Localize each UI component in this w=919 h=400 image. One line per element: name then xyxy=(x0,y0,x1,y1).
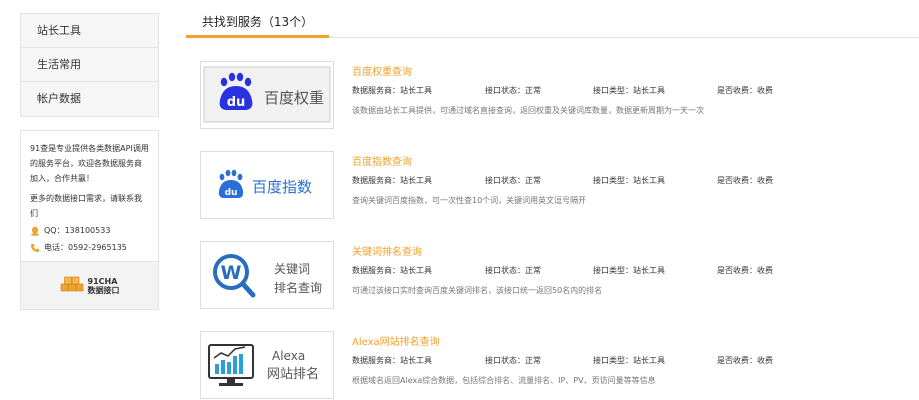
magnifier-w-icon: W 关键词 排名查询 xyxy=(213,254,322,298)
contact-phone-row: 电话： 0592-2965135 xyxy=(30,240,149,255)
tab-services-found[interactable]: 共找到服务（13个） xyxy=(186,0,329,38)
contact-panel: 91查是专业提供各类数据API调用的服务平台，欢迎各数据服务商加入，合作共赢！ … xyxy=(20,130,159,310)
sidebar: 站长工具 生活常用 帐户数据 91查是专业提供各类数据API调用的服务平台，欢迎… xyxy=(20,13,159,310)
service-logo-keyword-rank[interactable]: W 关键词 排名查询 xyxy=(200,241,334,309)
service-logo-alexa-rank[interactable]: Alexa 网站排名 xyxy=(200,331,334,399)
svg-text:W: W xyxy=(221,262,242,284)
svg-text:du: du xyxy=(225,188,238,198)
baidu-paw-icon: du 百度权重 xyxy=(203,66,331,123)
meta-fee: 是否收费：收费 xyxy=(717,86,773,95)
svg-text:Alexa: Alexa xyxy=(272,349,305,363)
brand-name: 91CHA xyxy=(87,276,118,286)
meta-fee: 是否收费：收费 xyxy=(717,266,773,275)
svg-text:百度权重: 百度权重 xyxy=(264,89,324,107)
service-card: du 百度指数 百度指数查询 数据服务商：站长工具 接口状态：正常 接口类型：站… xyxy=(200,151,900,221)
svg-text:关键词: 关键词 xyxy=(274,262,310,276)
sidebar-item-account-data[interactable]: 帐户数据 xyxy=(21,82,158,116)
meta-status: 接口状态：正常 xyxy=(485,266,541,275)
brand-subtitle: 数据接口 xyxy=(87,285,120,295)
svg-text:du: du xyxy=(227,95,246,110)
service-card: Alexa 网站排名 Alexa网站排名查询 数据服务商：站长工具 接口状态：正… xyxy=(200,331,900,400)
svg-text:百度指数: 百度指数 xyxy=(252,178,312,196)
baidu-paw-icon: du 百度指数 xyxy=(218,169,312,198)
meta-status: 接口状态：正常 xyxy=(485,176,541,185)
brand-91cha: 91CHA 数据接口 xyxy=(21,261,158,309)
meta-fee: 是否收费：收费 xyxy=(717,176,773,185)
sidebar-menu: 站长工具 生活常用 帐户数据 xyxy=(20,13,159,117)
meta-type: 接口类型：站长工具 xyxy=(593,356,665,365)
service-description: 可通过该接口实时查询百度关键词排名，该接口统一返回50名内的排名 xyxy=(352,286,603,295)
service-title[interactable]: 百度指数查询 xyxy=(352,153,412,168)
contact-more: 更多的数据接口需求，请联系我们 xyxy=(30,194,142,218)
service-description: 查询关键词百度指数，可一次性查10个词，关键词用英文逗号隔开 xyxy=(352,196,587,205)
phone-number: 0592-2965135 xyxy=(68,243,127,252)
tab-bar: 共找到服务（13个） xyxy=(186,0,919,38)
service-logo-baidu-weight[interactable]: du 百度权重 xyxy=(200,61,334,129)
service-title[interactable]: Alexa网站排名查询 xyxy=(352,333,440,348)
meta-type: 接口类型：站长工具 xyxy=(593,176,665,185)
monitor-chart-icon: Alexa 网站排名 xyxy=(208,344,319,386)
service-card: du 百度权重 百度权重查询 数据服务商：站长工具 接口状态：正常 接口类型：站… xyxy=(200,61,900,131)
phone-icon xyxy=(30,243,40,253)
meta-status: 接口状态：正常 xyxy=(485,86,541,95)
qq-label: QQ： xyxy=(44,226,65,235)
svg-text:网站排名: 网站排名 xyxy=(267,366,319,382)
service-card: W 关键词 排名查询 关键词排名查询 数据服务商：站长工具 接口状态：正常 接口… xyxy=(200,241,900,311)
contact-qq-row: QQ： 138100533 xyxy=(30,223,149,238)
qq-number: 138100533 xyxy=(64,226,111,235)
service-description: 根据域名返回Alexa综合数据，包括综合排名、流量排名、IP、PV、页访问量等等… xyxy=(352,376,656,385)
svg-text:排名查询: 排名查询 xyxy=(274,280,322,295)
meta-provider: 数据服务商：站长工具 xyxy=(352,86,432,95)
meta-provider: 数据服务商：站长工具 xyxy=(352,266,432,275)
meta-type: 接口类型：站长工具 xyxy=(593,266,665,275)
meta-type: 接口类型：站长工具 xyxy=(593,86,665,95)
meta-status: 接口状态：正常 xyxy=(485,356,541,365)
boxes-icon xyxy=(60,273,84,298)
service-title[interactable]: 关键词排名查询 xyxy=(352,243,422,258)
phone-label: 电话： xyxy=(44,243,68,252)
service-title[interactable]: 百度权重查询 xyxy=(352,63,412,78)
service-description: 该数据由站长工具提供，可通过域名直接查询，返回权重及关键词库数量，数据更新周期为… xyxy=(352,106,704,115)
main-content: 共找到服务（13个） du 百度权重 百度权重查询 数据服务商：站长工具 接口状… xyxy=(186,0,919,399)
meta-provider: 数据服务商：站长工具 xyxy=(352,356,432,365)
sidebar-item-daily-life[interactable]: 生活常用 xyxy=(21,48,158,82)
sidebar-item-webmaster-tools[interactable]: 站长工具 xyxy=(21,14,158,48)
service-logo-baidu-index[interactable]: du 百度指数 xyxy=(200,151,334,219)
meta-fee: 是否收费：收费 xyxy=(717,356,773,365)
qq-icon xyxy=(30,226,40,236)
meta-provider: 数据服务商：站长工具 xyxy=(352,176,432,185)
contact-intro: 91查是专业提供各类数据API调用的服务平台，欢迎各数据服务商加入，合作共赢！ xyxy=(30,144,149,183)
